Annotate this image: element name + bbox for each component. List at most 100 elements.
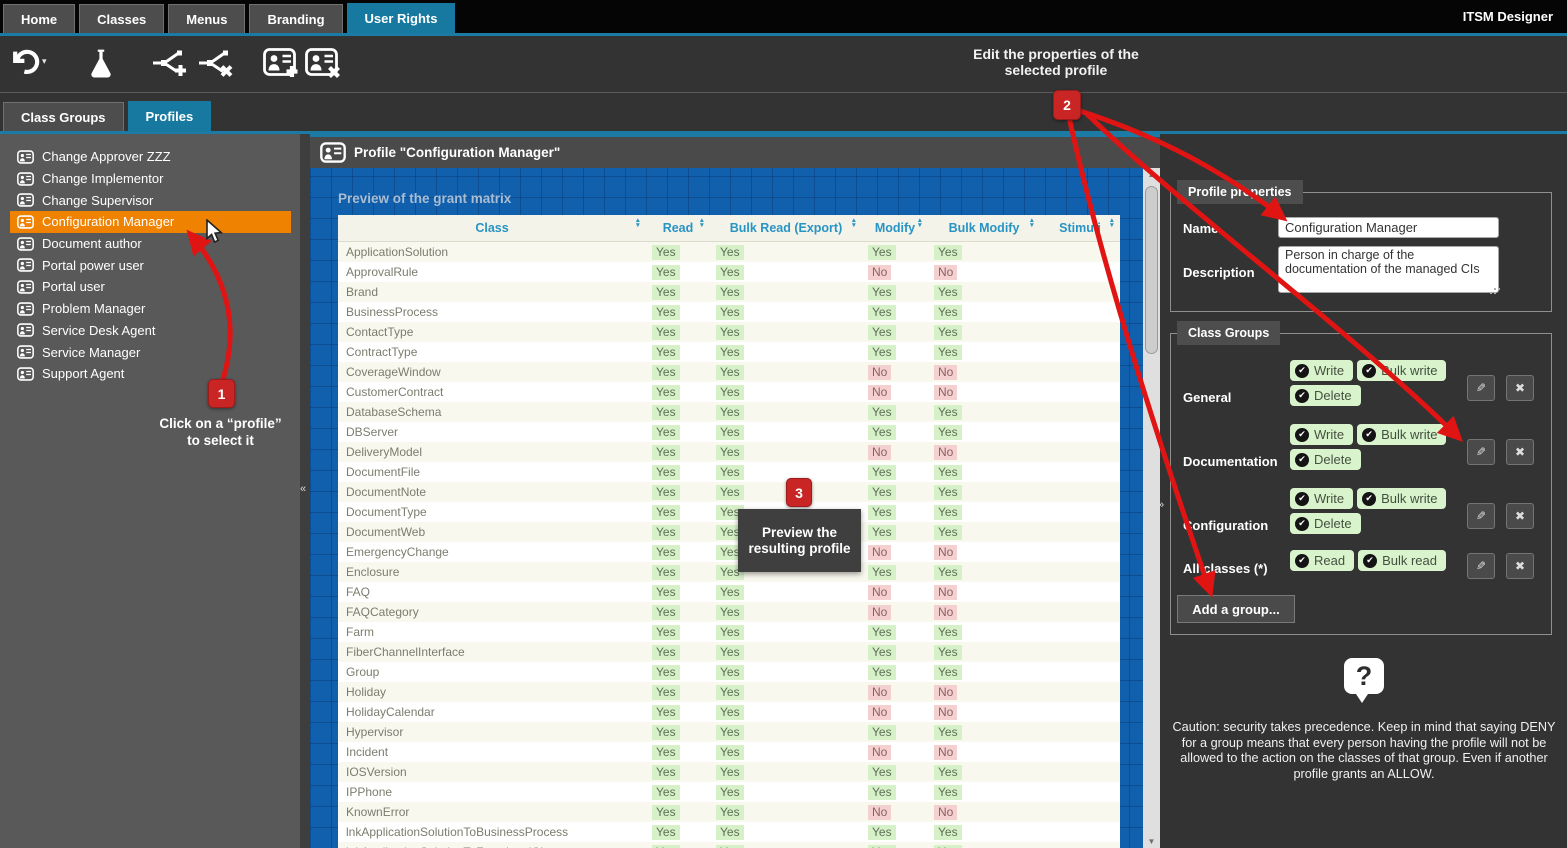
grant-value-cell: Yes: [710, 365, 862, 380]
sort-icon[interactable]: ▲▼: [851, 219, 857, 228]
sidebar-item-portal-power-user[interactable]: Portal power user: [10, 254, 291, 276]
step2-badge: 2: [1053, 90, 1081, 120]
sidebar-item-support-agent[interactable]: Support Agent: [10, 363, 291, 385]
nav-tab-home[interactable]: Home: [3, 4, 75, 33]
grant-value-cell: Yes: [862, 405, 928, 420]
sidebar-item-configuration-manager[interactable]: Configuration Manager: [10, 211, 291, 233]
step3-badge: 3: [786, 478, 812, 507]
check-icon: ✔: [1295, 428, 1309, 442]
table-row: EnclosureYesYesYesYes: [338, 562, 1120, 582]
sub-tab-profiles[interactable]: Profiles: [128, 101, 212, 131]
sort-arrow: ▼: [917, 224, 923, 229]
scroll-down-icon[interactable]: ▼: [1143, 837, 1160, 846]
table-row: CoverageWindowYesYesNoNo: [338, 362, 1120, 382]
sidebar-item-portal-user[interactable]: Portal user: [10, 276, 291, 298]
grant-value-badge: No: [934, 385, 957, 400]
grant-value-badge: Yes: [652, 825, 680, 840]
description-field[interactable]: Person in charge of the documentation of…: [1278, 246, 1499, 293]
edit-group-button[interactable]: ✎: [1467, 439, 1495, 465]
grant-value-badge: Yes: [652, 625, 680, 640]
grant-add-icon[interactable]: [152, 48, 188, 78]
sort-icon[interactable]: ▲▼: [1109, 219, 1115, 228]
sidebar-item-change-approver-zzz[interactable]: Change Approver ZZZ: [10, 146, 291, 168]
resize-grip-icon[interactable]: [1494, 288, 1496, 290]
edit-group-button[interactable]: ✎: [1467, 553, 1495, 579]
table-row: DocumentTypeYesYesYesYes: [338, 502, 1120, 522]
sort-icon[interactable]: ▲▼: [635, 219, 641, 228]
grant-value-badge: Yes: [868, 525, 896, 540]
group-buttons: ✎✖: [1467, 503, 1534, 529]
grant-value-cell: No: [928, 445, 1040, 460]
grant-value-badge: Yes: [652, 645, 680, 660]
column-header-class[interactable]: Class▲▼: [338, 215, 646, 241]
class-group-row-configuration: Configuration✔Write✔Bulk write✔Delete✎✖: [1172, 488, 1552, 544]
class-name-cell: FAQCategory: [338, 605, 646, 619]
sidebar-item-change-implementor[interactable]: Change Implementor: [10, 168, 291, 190]
edit-group-button[interactable]: ✎: [1467, 375, 1495, 401]
profile-add-icon[interactable]: [263, 48, 300, 79]
column-header-modify[interactable]: Modify▲▼: [862, 215, 928, 241]
nav-tab-branding[interactable]: Branding: [249, 4, 342, 33]
table-row: DBServerYesYesYesYes: [338, 422, 1120, 442]
grant-badge-label: Delete: [1314, 516, 1352, 531]
top-nav-bar: HomeClassesMenusBrandingUser Rights ITSM…: [0, 0, 1567, 36]
nav-tab-classes[interactable]: Classes: [79, 4, 164, 33]
remove-group-button[interactable]: ✖: [1506, 553, 1534, 579]
grant-value-badge: Yes: [716, 825, 744, 840]
nav-tab-menus[interactable]: Menus: [168, 4, 245, 33]
grant-value-badge: Yes: [868, 765, 896, 780]
sort-icon[interactable]: ▲▼: [917, 219, 923, 228]
scrollbar-thumb[interactable]: [1145, 186, 1158, 354]
grant-value-badge: Yes: [716, 425, 744, 440]
sidebar-item-service-manager[interactable]: Service Manager: [10, 341, 291, 363]
collapse-right-icon[interactable]: »: [1158, 500, 1164, 510]
grant-value-cell: Yes: [646, 585, 710, 600]
remove-group-button[interactable]: ✖: [1506, 503, 1534, 529]
grant-value-cell: Yes: [928, 845, 1040, 848]
table-row: CustomerContractYesYesNoNo: [338, 382, 1120, 402]
grant-value-badge: Yes: [934, 405, 962, 420]
grant-value-cell: Yes: [646, 805, 710, 820]
class-name-cell: BusinessProcess: [338, 305, 646, 319]
add-group-button[interactable]: Add a group...: [1177, 595, 1295, 623]
column-header-bulk-read-export[interactable]: Bulk Read (Export)▲▼: [710, 215, 862, 241]
undo-icon[interactable]: [10, 48, 40, 75]
grant-badge-label: Bulk write: [1381, 363, 1437, 378]
sidebar-item-document-author[interactable]: Document author: [10, 233, 291, 255]
check-icon: ✔: [1295, 453, 1309, 467]
nav-tab-user-rights[interactable]: User Rights: [347, 3, 456, 33]
grant-badge-write: ✔Write: [1290, 424, 1353, 445]
column-header-stimuli[interactable]: Stimuli▲▼: [1040, 215, 1120, 241]
sort-arrow: ▼: [1029, 224, 1035, 229]
remove-group-button[interactable]: ✖: [1506, 375, 1534, 401]
grant-value-badge: Yes: [934, 825, 962, 840]
test-flask-icon[interactable]: [88, 48, 114, 78]
grant-value-cell: No: [928, 685, 1040, 700]
class-name-cell: ContractType: [338, 345, 646, 359]
sidebar-item-problem-manager[interactable]: Problem Manager: [10, 298, 291, 320]
collapse-left-icon[interactable]: «: [300, 484, 306, 494]
grant-value-badge: Yes: [716, 445, 744, 460]
profile-remove-icon[interactable]: [305, 48, 342, 79]
grant-value-badge: No: [868, 745, 891, 760]
grant-value-badge: Yes: [716, 385, 744, 400]
column-header-read[interactable]: Read▲▼: [646, 215, 710, 241]
edit-group-button[interactable]: ✎: [1467, 503, 1495, 529]
sidebar-item-change-supervisor[interactable]: Change Supervisor: [10, 189, 291, 211]
grant-value-badge: Yes: [652, 245, 680, 260]
sort-icon[interactable]: ▲▼: [699, 219, 705, 228]
name-field[interactable]: [1278, 217, 1499, 238]
remove-group-button[interactable]: ✖: [1506, 439, 1534, 465]
sort-icon[interactable]: ▲▼: [1029, 219, 1035, 228]
sub-tab-class-groups[interactable]: Class Groups: [3, 102, 124, 131]
grant-value-badge: Yes: [652, 445, 680, 460]
undo-dropdown-caret-icon[interactable]: ▾: [42, 56, 47, 67]
scroll-up-icon[interactable]: ▲: [1143, 170, 1160, 179]
sidebar-item-service-desk-agent[interactable]: Service Desk Agent: [10, 320, 291, 342]
grant-badges: ✔Write✔Bulk write✔Delete: [1290, 424, 1452, 470]
grant-value-badge: Yes: [716, 785, 744, 800]
grant-value-badge: No: [868, 705, 891, 720]
column-header-bulk-modify[interactable]: Bulk Modify▲▼: [928, 215, 1040, 241]
grant-remove-icon[interactable]: [198, 48, 234, 78]
grant-value-badge: Yes: [934, 345, 962, 360]
